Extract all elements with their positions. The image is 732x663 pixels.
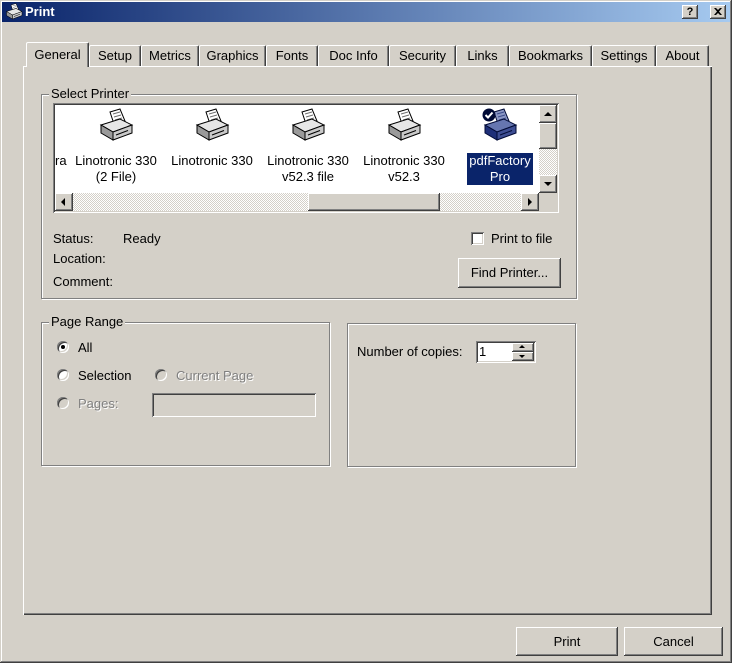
printer-icon <box>98 108 134 144</box>
select-printer-legend: Select Printer <box>49 86 132 101</box>
check-circle-icon <box>482 108 496 122</box>
location-label: Location: <box>53 251 106 266</box>
print-to-file-checkbox[interactable] <box>471 232 484 245</box>
pages-input[interactable] <box>152 393 316 417</box>
radio-selection-label[interactable]: Selection <box>78 368 131 383</box>
printer-icon <box>386 108 422 144</box>
radio-selection[interactable] <box>57 369 69 381</box>
scroll-down-button[interactable] <box>539 175 557 193</box>
arrow-up-icon <box>519 345 525 348</box>
printer-name-line2: (2 File) <box>95 169 137 184</box>
printer-name-line2: v52.3 file <box>281 169 335 184</box>
printer-name-line2: v52.3 <box>388 169 420 184</box>
radio-pages-label[interactable]: Pages: <box>78 396 118 411</box>
printer-item[interactable]: Linotronic 330 v52.3 file <box>260 103 356 191</box>
printer-name-line1: Linotronic 330 <box>75 153 157 168</box>
printer-name-line1: Linotronic 330 <box>363 153 445 168</box>
print-dialog: Print ? General Setup Metrics Graphics F… <box>0 0 732 663</box>
scrollbar-corner <box>539 193 557 211</box>
print-to-file-label[interactable]: Print to file <box>491 231 552 246</box>
copies-spinner[interactable] <box>476 341 536 363</box>
arrow-right-icon <box>528 198 532 206</box>
printer-name-line2: Pro <box>489 169 511 184</box>
scroll-thumb[interactable] <box>539 123 557 149</box>
printer-name-line1: Linotronic 330 <box>171 153 253 168</box>
arrow-down-icon <box>519 355 525 358</box>
copies-label: Number of copies: <box>357 344 463 359</box>
radio-current-page-label[interactable]: Current Page <box>176 368 253 383</box>
scroll-thumb[interactable] <box>308 193 440 211</box>
printer-label: Linotronic 330 (2 File) <box>68 153 164 185</box>
printer-name-line1: Linotronic 330 <box>267 153 349 168</box>
printer-name-line1: pdfFactory <box>469 153 531 168</box>
panel-content: Select Printer ra Linotronic 330 (2 File… <box>0 0 732 663</box>
radio-pages[interactable] <box>57 397 69 409</box>
printer-item[interactable]: Linotronic 330 v52.3 <box>356 103 452 191</box>
printer-item-selected[interactable]: pdfFactory Pro <box>452 103 548 191</box>
radio-all-label[interactable]: All <box>78 340 92 355</box>
status-label: Status: <box>53 231 94 246</box>
printer-label: Linotronic 330 v52.3 <box>356 153 452 185</box>
radio-all[interactable] <box>57 341 69 353</box>
page-range-legend: Page Range <box>49 314 126 329</box>
printer-name-line1: ra <box>55 153 67 168</box>
pages-input-text[interactable] <box>155 396 311 412</box>
printer-item-partial[interactable]: ra <box>55 153 67 169</box>
printer-item[interactable]: Linotronic 330 (2 File) <box>68 103 164 191</box>
find-printer-button[interactable]: Find Printer... <box>458 258 561 288</box>
comment-label: Comment: <box>53 274 113 289</box>
arrow-down-icon <box>544 182 552 186</box>
scroll-up-button[interactable] <box>539 105 557 123</box>
vertical-scrollbar[interactable] <box>539 105 557 193</box>
status-value: Ready <box>123 231 161 246</box>
spin-down-button[interactable] <box>512 352 534 361</box>
printer-item[interactable]: Linotronic 330 <box>164 103 260 191</box>
printer-label: pdfFactory Pro <box>452 153 548 185</box>
printer-icon <box>290 108 326 144</box>
selected-label-highlight: pdfFactory Pro <box>467 153 533 185</box>
horizontal-scrollbar[interactable] <box>55 193 539 211</box>
printer-label: Linotronic 330 <box>164 153 260 169</box>
arrow-left-icon <box>61 198 65 206</box>
radio-current-page[interactable] <box>155 369 167 381</box>
printer-list[interactable]: ra Linotronic 330 (2 File) Linotronic 33… <box>53 103 559 213</box>
printer-icon <box>194 108 230 144</box>
printer-label: Linotronic 330 v52.3 file <box>260 153 356 185</box>
scroll-left-button[interactable] <box>55 193 73 211</box>
scroll-right-button[interactable] <box>521 193 539 211</box>
arrow-up-icon <box>544 112 552 116</box>
spin-up-button[interactable] <box>512 343 534 352</box>
copies-input[interactable] <box>479 344 511 360</box>
